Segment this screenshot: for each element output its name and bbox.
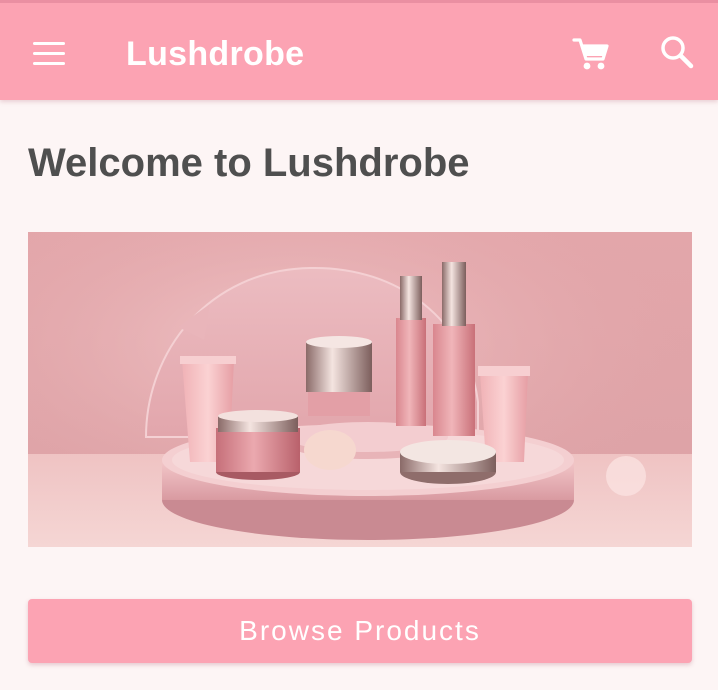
menu-button[interactable] — [24, 33, 74, 75]
hero-image — [28, 232, 692, 547]
page-title: Welcome to Lushdrobe — [28, 141, 470, 185]
cart-button[interactable] — [570, 31, 614, 75]
app-title: Lushdrobe — [126, 35, 305, 73]
search-button[interactable] — [656, 31, 700, 75]
cart-icon — [572, 38, 609, 70]
menu-icon — [33, 42, 65, 45]
app-bar: Lushdrobe — [0, 0, 718, 100]
search-icon — [661, 36, 694, 69]
browse-products-button[interactable]: Browse Products — [28, 599, 692, 663]
